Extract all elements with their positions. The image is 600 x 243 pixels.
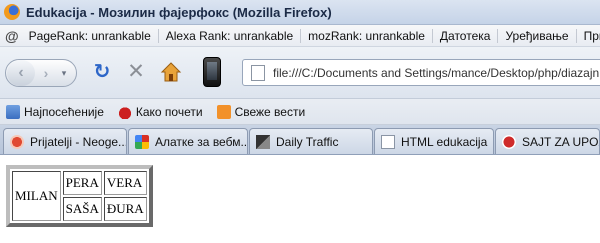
bookmark-label: Најпосећеније [24,104,104,119]
tab-webmaster-tools[interactable]: Алатке за вебм... [128,128,248,154]
home-icon[interactable] [160,61,182,83]
tab-sajt-za-upoznavanje[interactable]: SAJT ZA UPOZN... [495,128,600,154]
forward-arrow-icon[interactable]: › [35,62,57,84]
tab-bar: Prijatelji - Neoge... Алатке за вебм... … [0,125,600,155]
rss-icon [216,104,231,119]
menu-file[interactable]: Датотека [431,28,498,43]
bookmarks-icon [6,104,20,119]
alexa-rank-item[interactable]: Alexa Rank: unrankable [157,28,300,43]
page-content: MILAN PERA VERA SAŠA ĐURA [0,155,600,243]
tab-prijatelji[interactable]: Prijatelji - Neoge... [3,128,127,154]
pagerank-item[interactable]: PageRank: unrankable [25,29,158,43]
sajt-favicon-icon [502,134,516,149]
menu-bar: @ PageRank: unrankable Alexa Rank: unran… [0,25,600,47]
table-cell: MILAN [12,171,61,221]
tab-label: HTML edukacija [401,134,488,149]
table-cell: PERA [62,171,102,195]
bookmark-label: Како почети [135,104,203,119]
prijatelji-favicon-icon [10,134,24,149]
history-dropdown-icon[interactable]: ▾ [57,68,71,79]
tab-label: Алатке за вебм... [155,134,248,149]
page-icon [251,64,265,81]
mozrank-item[interactable]: mozRank: unrankable [300,28,432,43]
back-forward-group: ‹ › ▾ [5,59,77,87]
window-titlebar: Edukacija - Мозилин фајерфокс (Mozilla F… [0,0,600,25]
tab-label: Daily Traffic [276,134,339,149]
address-bar[interactable] [242,59,600,86]
back-arrow-icon[interactable]: ‹ [7,60,35,86]
daily-traffic-favicon-icon [256,134,270,149]
reload-icon[interactable]: ↻ [92,62,112,82]
navigation-toolbar: ‹ › ▾ ↻ ✕ [0,47,600,99]
tab-label: Prijatelji - Neoge... [30,134,127,149]
mobile-phone-icon[interactable] [203,57,221,87]
table-cell: VERA [103,171,147,195]
bookmark-getting-started[interactable]: Како почети [117,104,203,119]
bookmark-label: Свеже вести [234,104,306,119]
bookmarks-toolbar: Најпосећеније Како почети Свеже вести [0,99,600,125]
stop-icon[interactable]: ✕ [126,61,146,82]
tab-daily-traffic[interactable]: Daily Traffic [249,128,373,154]
window-title: Edukacija - Мозилин фајерфокс (Mozilla F… [26,4,332,20]
table-cell: ĐURA [103,197,147,221]
menu-edit[interactable]: Уређивање [497,28,575,43]
tab-html-edukacija[interactable]: HTML edukacija [374,128,494,154]
bookmark-latest-headlines[interactable]: Свеже вести [216,104,306,119]
bookmark-most-visited[interactable]: Најпосећеније [6,104,104,119]
firefox-icon [4,4,20,20]
menu-view[interactable]: Приказ [575,28,600,43]
tab-label: SAJT ZA UPOZN... [522,134,599,149]
redhat-icon [117,104,132,119]
names-table: MILAN PERA VERA SAŠA ĐURA [6,165,153,227]
at-sign-icon[interactable]: @ [5,28,19,44]
google-favicon-icon [135,134,149,149]
page-favicon-icon [381,134,395,149]
table-cell: SAŠA [62,197,102,221]
url-input[interactable] [273,65,600,80]
